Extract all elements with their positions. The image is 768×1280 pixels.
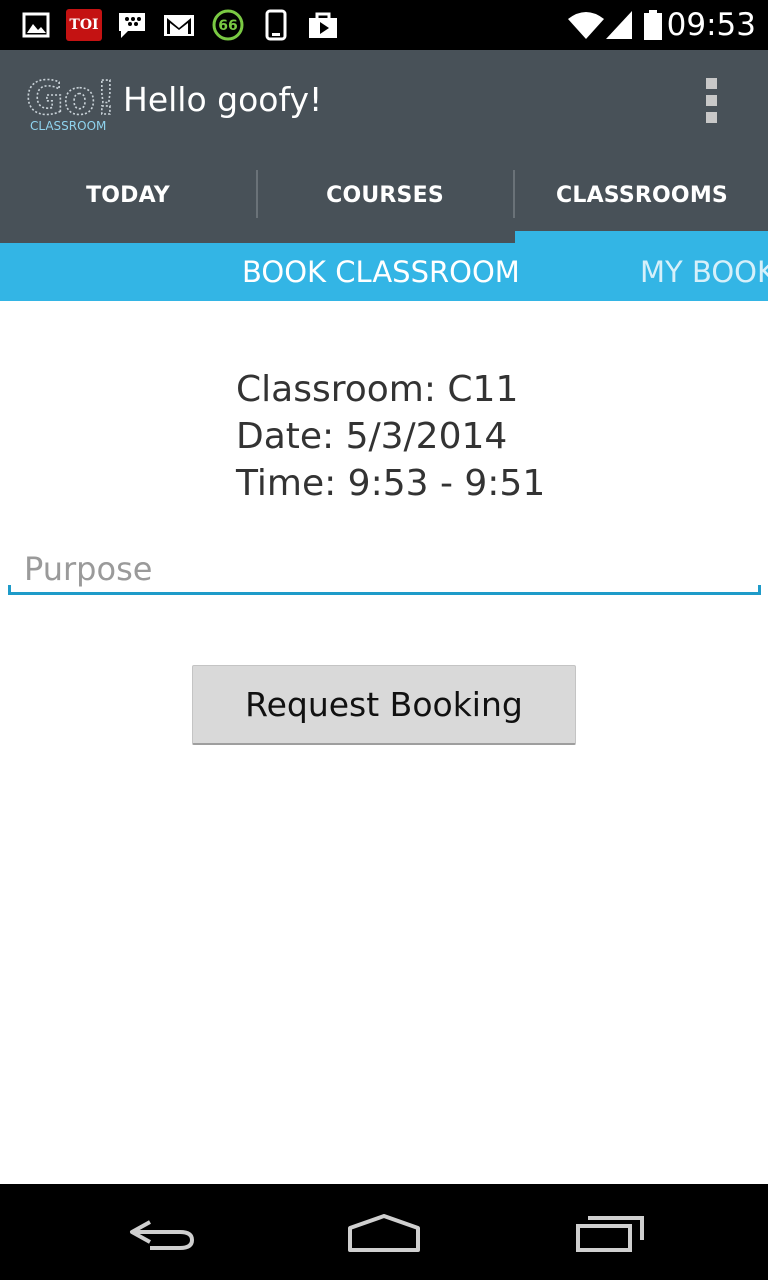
tab-bar: TODAY COURSES CLASSROOMS xyxy=(0,148,768,243)
overflow-menu-icon[interactable] xyxy=(690,72,734,128)
tab-classrooms[interactable]: CLASSROOMS xyxy=(514,148,768,243)
tab-courses[interactable]: COURSES xyxy=(257,148,513,243)
sub-pager-strip: BOOK CLASSROOM MY BOOK xyxy=(0,243,768,301)
overflow-dot xyxy=(706,78,717,89)
toi-label: TOI xyxy=(69,17,99,33)
selected-tab-indicator xyxy=(515,231,768,243)
tab-today[interactable]: TODAY xyxy=(0,148,256,243)
navigation-bar xyxy=(0,1184,768,1280)
home-icon[interactable] xyxy=(334,1206,434,1258)
back-icon[interactable] xyxy=(110,1206,210,1258)
request-booking-button[interactable]: Request Booking xyxy=(192,665,576,745)
action-bar: Go! CLASSROOM Hello goofy! xyxy=(0,50,768,148)
overflow-dot xyxy=(706,112,717,123)
battery-icon xyxy=(644,10,662,40)
toi-icon: TOI xyxy=(66,9,102,41)
overflow-dot xyxy=(706,95,717,106)
purpose-underline-tick xyxy=(758,585,761,595)
purpose-underline xyxy=(8,592,761,595)
recent-apps-icon[interactable] xyxy=(562,1206,662,1258)
gallery-icon xyxy=(22,12,50,38)
classroom-line: Classroom: C11 xyxy=(236,369,519,410)
percent-label: 66 xyxy=(218,18,237,34)
purpose-underline-tick xyxy=(8,585,11,595)
booking-details: Classroom: C11 Date: 5/3/2014 Time: 9:53… xyxy=(236,366,545,507)
bbm-icon xyxy=(119,13,145,38)
app-screen: TOI 66 09:53 Go! CLASSROOM Hello goofy! … xyxy=(0,0,768,1280)
sub-tab-book-classroom[interactable]: BOOK CLASSROOM xyxy=(242,243,520,301)
logo-subtext: CLASSROOM xyxy=(30,119,106,133)
purpose-input[interactable] xyxy=(8,540,761,598)
play-store-icon xyxy=(309,12,337,38)
wifi-icon xyxy=(568,12,604,39)
logo-text: Go! xyxy=(26,71,116,125)
date-line: Date: 5/3/2014 xyxy=(236,416,508,457)
phone-icon xyxy=(265,9,287,41)
status-time: 09:53 xyxy=(666,7,756,43)
gmail-icon xyxy=(164,15,194,36)
app-logo-icon: Go! CLASSROOM xyxy=(25,70,116,133)
app-title: Hello goofy! xyxy=(123,80,323,119)
status-bar: TOI 66 09:53 xyxy=(0,0,768,50)
sub-tab-my-bookings[interactable]: MY BOOK xyxy=(640,243,768,301)
signal-icon xyxy=(606,11,632,39)
time-line: Time: 9:53 - 9:51 xyxy=(236,463,546,504)
battery-percent-icon: 66 xyxy=(212,9,244,41)
